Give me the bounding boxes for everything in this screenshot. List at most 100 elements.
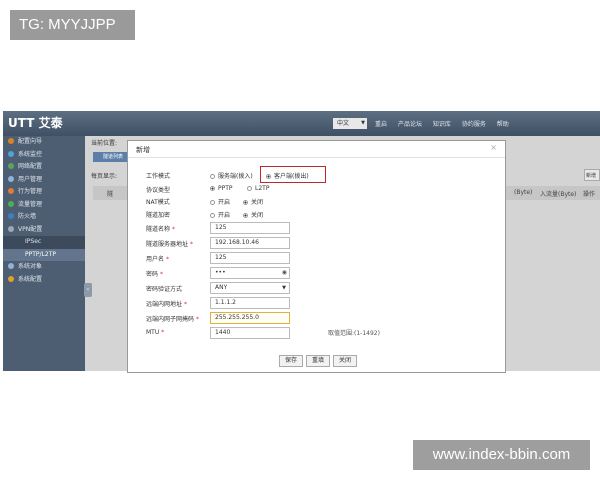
radio-label: 开启 [218,199,231,206]
select-value: ANY [215,284,228,291]
sidebar-item-label: 防火墙 [18,213,37,220]
sidebar-item-pptp-l2tp[interactable]: PPTP/L2TP [3,248,85,261]
encrypt-on-radio[interactable]: 开启 [210,210,230,219]
field-label: MTU [146,329,160,336]
required-mark: * [159,271,163,278]
chevron-left-icon: ‹ [86,286,90,293]
breadcrumb: 当前位置: [91,140,118,147]
wizard-icon [8,138,14,144]
close-icon[interactable]: × [490,143,497,152]
protocol-label: 协议类型 [146,187,171,194]
sidebar-item-behavior[interactable]: 行为管理 [3,186,85,199]
traffic-icon [8,200,14,207]
table-header-cell: (Byte) [514,189,533,196]
nat-on-radio[interactable]: 开启 [210,197,230,206]
radio-checked-icon [243,213,248,218]
password-input[interactable]: ••• ◉ [210,267,290,279]
auth-method-label: 密码验证方式 [146,286,183,293]
username-input[interactable]: 125 [210,252,290,264]
server-address-input[interactable]: 192.168.10.46 [210,237,290,249]
work-mode-label: 工作模式 [146,173,171,180]
sidebar-item-ipsec[interactable]: IPSec [3,236,85,249]
sidebar-item-network[interactable]: 网络配置 [3,161,85,174]
save-button[interactable]: 保存 [279,355,303,367]
radio-label: PPTP [218,185,233,192]
service-link[interactable]: 协约服务 [462,121,486,128]
highlight-box [260,166,326,183]
dialog-divider [128,157,505,158]
sidebar-item-label: 系统对象 [18,263,43,270]
radio-label: 服务端(拨入) [218,173,253,180]
add-tunnel-button[interactable]: 新增 [584,169,600,181]
forum-link[interactable]: 产品论坛 [398,121,422,128]
server-address-label: 隧道服务器地址 * [146,239,193,248]
table-header-cell: 隧 [107,191,114,198]
eye-icon[interactable]: ◉ [282,268,287,278]
watermark-overlay: www.index-bbin.com [413,440,590,470]
brand-logo: UTT 艾泰 [8,116,63,130]
radio-icon [210,213,215,218]
work-mode-server-radio[interactable]: 服务端(拨入) [210,171,253,180]
tunnel-name-label: 隧道名称 * [146,224,175,233]
remote-ip-input[interactable]: 1.1.1.2 [210,297,290,309]
nat-off-radio[interactable]: 关闭 [243,197,263,206]
radio-label: 开启 [218,212,231,219]
remote-ip-label: 远端内网地址 * [146,299,187,308]
monitor-icon [8,150,14,157]
radio-label: L2TP [255,185,270,192]
required-mark: * [165,256,169,263]
add-tunnel-dialog: 新增 × 工作模式 服务端(拨入) 客户端(拨出) 协议类型 PPTP L2TP… [127,140,506,373]
required-mark: * [195,316,199,323]
mtu-input[interactable]: 1440 [210,327,290,339]
radio-icon [210,174,215,179]
table-header-cell: 入流量(Byte) [540,191,577,198]
protocol-pptp-radio[interactable]: PPTP [210,185,233,192]
sidebar-item-label: 用户管理 [18,175,43,183]
sidebar-item-label: VPN配置 [18,225,43,233]
vpn-icon [8,225,14,232]
sidebar-item-label: 流量管理 [18,200,43,208]
remote-mask-label: 远端内网子网掩码 * [146,314,199,323]
firewall-icon [8,213,14,219]
top-bar: UTT 艾泰 中文 ▼ 重启 产品论坛 知识库 协约服务 帮助 [3,111,600,136]
password-value: ••• [215,269,226,276]
sidebar-item-monitor[interactable]: 系统监控 [3,149,85,162]
encrypt-off-radio[interactable]: 关闭 [243,210,263,219]
required-mark: * [171,226,175,233]
sidebar-item-vpn[interactable]: VPN配置 [3,224,85,237]
close-button[interactable]: 关闭 [333,355,357,367]
password-label: 密码 * [146,269,163,278]
radio-icon [247,186,252,191]
restart-link[interactable]: 重启 [375,121,387,128]
sidebar-item-label: 系统监控 [18,150,43,158]
system-icon [8,275,14,282]
sidebar-item-firewall[interactable]: 防火墙 [3,211,85,224]
per-page-label: 每页显示: [91,173,118,180]
protocol-l2tp-radio[interactable]: L2TP [247,185,269,192]
sidebar-item-system[interactable]: 系统配置 [3,274,85,287]
tunnel-name-input[interactable]: 125 [210,222,290,234]
users-icon [8,175,14,182]
reset-button[interactable]: 重填 [306,355,330,367]
username-label: 用户名 * [146,254,169,263]
sidebar-item-users[interactable]: 用户管理 [3,174,85,187]
sidebar-item-wizard[interactable]: 配置向导 [3,136,85,149]
auth-method-select[interactable]: ANY ▼ [210,282,290,294]
objects-icon [8,263,14,269]
field-label: 远端内网子网掩码 [146,316,195,323]
language-select[interactable]: 中文 ▼ [333,118,367,129]
required-mark: * [161,329,165,336]
sidebar-item-label: 网络配置 [18,163,43,170]
behavior-icon [8,188,14,194]
sidebar-item-objects[interactable]: 系统对象 [3,261,85,274]
field-label: 隧道名称 [146,226,171,233]
help-link[interactable]: 帮助 [497,121,509,128]
sidebar-collapse-handle[interactable]: ‹ [84,283,92,297]
radio-checked-icon [210,186,215,191]
nat-label: NAT模式 [146,199,170,206]
remote-mask-input[interactable]: 255.255.255.0 [210,312,290,324]
sidebar-item-label: 行为管理 [18,188,43,195]
sidebar-item-traffic[interactable]: 流量管理 [3,199,85,212]
sidebar: 配置向导 系统监控 网络配置 用户管理 行为管理 流量管理 防火墙 VPN配置 … [3,136,85,371]
knowledge-link[interactable]: 知识库 [433,121,451,128]
